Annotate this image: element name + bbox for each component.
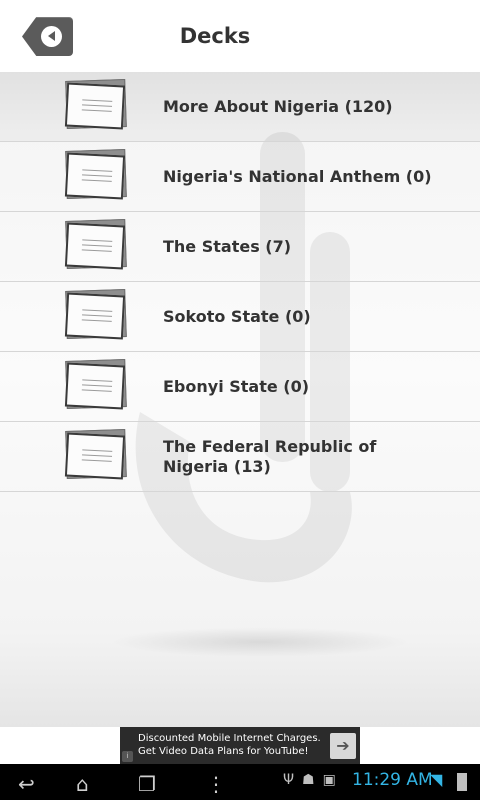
notification-icons: Ψ ☗ ▣ [283,772,336,792]
deck-icon [64,218,128,274]
ad-info-icon[interactable]: i [122,751,133,762]
header-bar: Decks [0,0,480,72]
deck-label: The Federal Republic of Nigeria (13) [163,436,377,476]
deck-icon [64,148,128,204]
deck-row[interactable]: Sokoto State (0) [0,282,480,352]
menu-overflow-icon[interactable]: ⋮ [206,772,226,796]
ad-line-2: Get Video Data Plans for YouTube! [138,746,309,757]
back-button[interactable] [22,17,73,56]
android-debug-icon: ☗ [302,772,315,788]
system-nav-bar: ↩ ⌂ ❐ ⋮ Ψ ☗ ▣ 11:29 AM ◥ [0,764,480,800]
deck-row[interactable]: The Federal Republic of Nigeria (13) [0,422,480,492]
deck-icon [64,288,128,344]
ad-line-1: Discounted Mobile Internet Charges. [138,733,321,744]
back-nav-icon[interactable]: ↩ [18,772,35,796]
deck-label: Ebonyi State (0) [163,376,310,396]
wifi-icon: ◥ [430,770,443,789]
recents-nav-icon[interactable]: ❐ [138,772,156,796]
store-bag-icon: ▣ [322,772,336,788]
deck-row[interactable]: Nigeria's National Anthem (0) [0,142,480,212]
floor-shadow [110,627,410,657]
deck-row[interactable]: The States (7) [0,212,480,282]
home-nav-icon[interactable]: ⌂ [76,772,89,796]
deck-label: Nigeria's National Anthem (0) [163,166,432,186]
deck-icon [64,78,128,134]
ad-banner[interactable]: Discounted Mobile Internet Charges. Get … [120,727,360,764]
page-title: Decks [179,24,251,48]
deck-row[interactable]: More About Nigeria (120) [0,72,480,142]
deck-icon [64,428,128,484]
deck-label: The States (7) [163,236,292,256]
deck-label: More About Nigeria (120) [163,96,393,116]
back-arrow-icon [41,26,62,47]
battery-icon [457,773,467,791]
deck-label: Sokoto State (0) [163,306,311,326]
deck-icon [64,358,128,414]
deck-list-area[interactable]: More About Nigeria (120) Nigeria's Natio… [0,72,480,727]
deck-row[interactable]: Ebonyi State (0) [0,352,480,422]
ad-text: Discounted Mobile Internet Charges. Get … [138,732,328,758]
arrow-right-icon[interactable]: ➔ [330,733,356,759]
deck-list: More About Nigeria (120) Nigeria's Natio… [0,72,480,492]
status-clock: 11:29 AM [352,770,433,790]
usb-icon: Ψ [283,772,295,788]
